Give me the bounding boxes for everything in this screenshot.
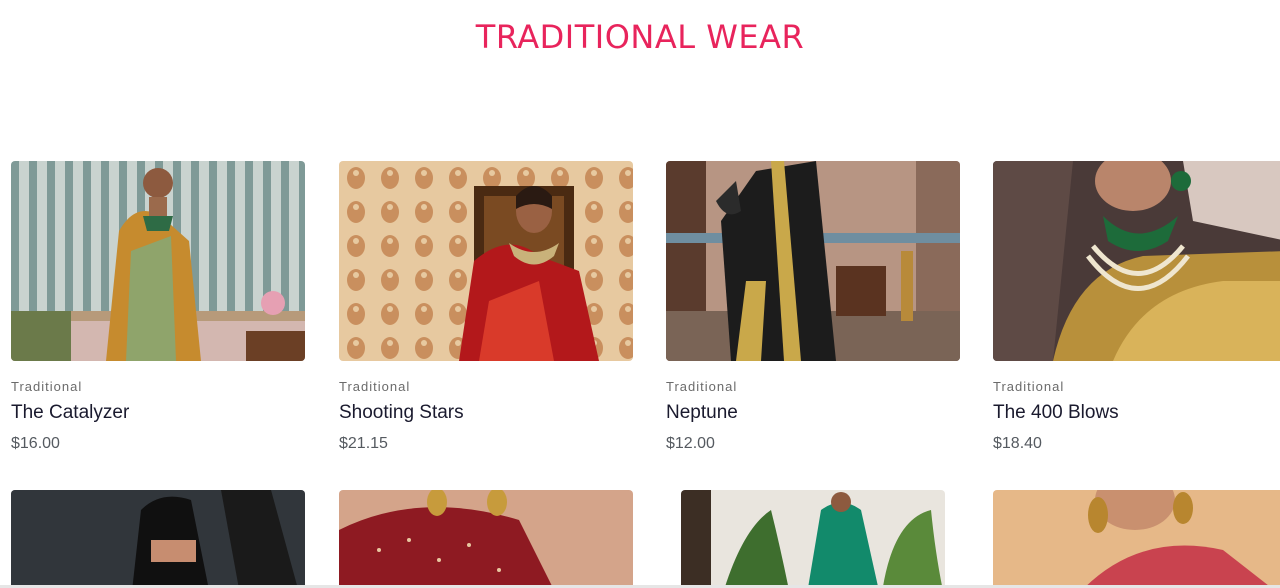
product-category: Traditional xyxy=(339,379,411,394)
product-card[interactable] xyxy=(11,490,305,588)
product-image[interactable] xyxy=(11,161,305,361)
product-name[interactable]: The Catalyzer xyxy=(11,402,305,424)
product-category: Traditional xyxy=(11,379,83,394)
product-image[interactable] xyxy=(681,490,945,588)
product-image[interactable] xyxy=(666,161,960,361)
product-card[interactable]: Traditional The 400 Blows $18.40 xyxy=(993,161,1280,453)
product-card[interactable]: Traditional Shooting Stars $21.15 xyxy=(339,161,633,453)
product-name[interactable]: Neptune xyxy=(666,402,960,424)
product-card[interactable] xyxy=(993,490,1280,588)
product-name[interactable]: Shooting Stars xyxy=(339,402,633,424)
product-name[interactable]: The 400 Blows xyxy=(993,402,1280,424)
product-price: $21.15 xyxy=(339,435,388,452)
product-price: $16.00 xyxy=(11,435,60,452)
product-image[interactable] xyxy=(993,161,1280,361)
section-title: TRADITIONAL WEAR xyxy=(475,18,805,56)
product-image[interactable] xyxy=(993,490,1280,588)
product-category: Traditional xyxy=(666,379,738,394)
product-card[interactable] xyxy=(339,490,633,588)
product-image[interactable] xyxy=(339,490,633,588)
product-image[interactable] xyxy=(11,490,305,588)
product-price: $18.40 xyxy=(993,435,1042,452)
product-category: Traditional xyxy=(993,379,1065,394)
product-card[interactable]: Traditional Neptune $12.00 xyxy=(666,161,960,453)
product-card[interactable]: Traditional The Catalyzer $16.00 xyxy=(11,161,305,453)
product-card[interactable] xyxy=(681,490,945,588)
product-image[interactable] xyxy=(339,161,633,361)
product-price: $12.00 xyxy=(666,435,715,452)
